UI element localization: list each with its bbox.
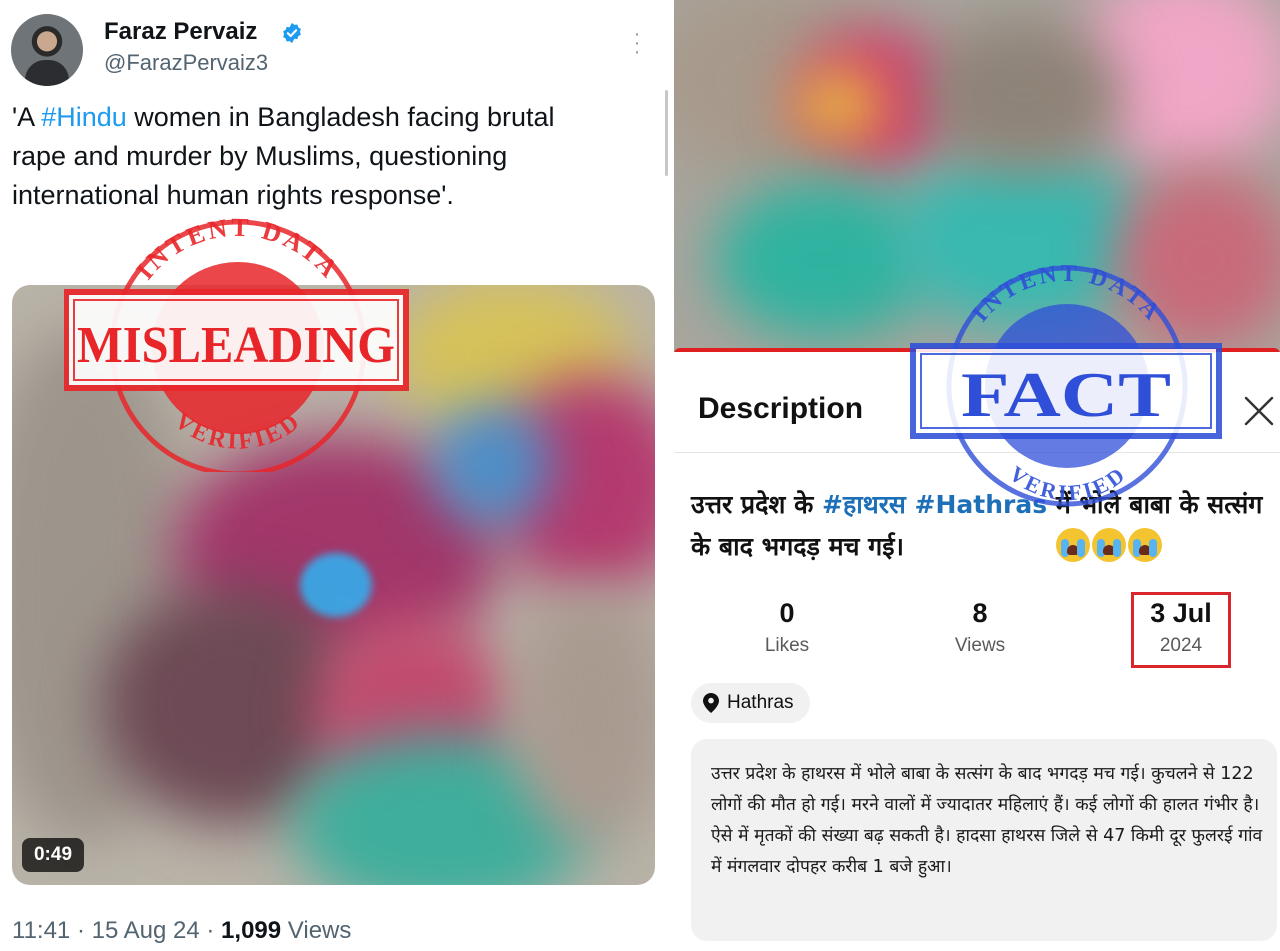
views-label: Views [954, 635, 1006, 656]
hashtag-link[interactable]: #Hindu [41, 102, 127, 132]
tweet-time[interactable]: 11:41 [12, 917, 70, 944]
views-count: 1,099 [221, 917, 282, 944]
crying-face-icon [1128, 528, 1162, 562]
description-title: Description [698, 392, 864, 425]
more-options-icon[interactable]: · · · [630, 24, 644, 62]
location-label: Hathras [727, 692, 794, 713]
date-highlight-box [1131, 592, 1231, 668]
stamp-verdict: MISLEADING [77, 317, 395, 374]
avatar[interactable] [11, 14, 83, 86]
crying-face-icon [1056, 528, 1090, 562]
misleading-stamp: INTENT DATA VERIFIED MISLEADING [64, 213, 409, 472]
tweet-text: 'A #Hindu women in Bangladesh facing bru… [12, 98, 612, 215]
close-icon[interactable] [1242, 394, 1276, 428]
tweet-text-start: 'A [12, 102, 42, 132]
location-chip[interactable]: Hathras [691, 683, 810, 723]
stamp-verdict: FACT [961, 359, 1171, 430]
likes-label: Likes [764, 635, 810, 656]
video-duration-badge: 0:49 [22, 838, 84, 872]
hashtag-hathras-hindi[interactable]: #हाथरस [822, 490, 906, 519]
crying-face-icon [1092, 528, 1126, 562]
crying-emoji-row [1056, 528, 1162, 562]
post-body: उत्तर प्रदेश के हाथरस में भोले बाबा के स… [691, 739, 1277, 941]
likes-stat[interactable]: 0 Likes [707, 596, 867, 660]
likes-count: 0 [779, 598, 795, 628]
fact-stamp: INTENT DATA VERIFIED FACT [910, 262, 1222, 507]
tweet-date[interactable]: 15 Aug 24 [92, 917, 200, 944]
views-count: 8 [972, 598, 988, 628]
location-pin-icon [703, 693, 719, 713]
tweet-meta: 11:41 · 15 Aug 24 · 1,099 Views [12, 917, 352, 944]
views-label: Views [287, 917, 352, 944]
verified-badge-icon [283, 22, 301, 44]
play-indicator[interactable] [300, 553, 372, 617]
views-stat[interactable]: 8 Views [900, 596, 1060, 660]
tweet-panel: Faraz Pervaiz @FarazPervaiz3 · · · 'A #Hin… [0, 0, 668, 951]
display-name[interactable]: Faraz Pervaiz [104, 18, 257, 46]
user-handle[interactable]: @FarazPervaiz3 [104, 50, 268, 76]
scrollbar-thumb[interactable] [665, 90, 668, 176]
